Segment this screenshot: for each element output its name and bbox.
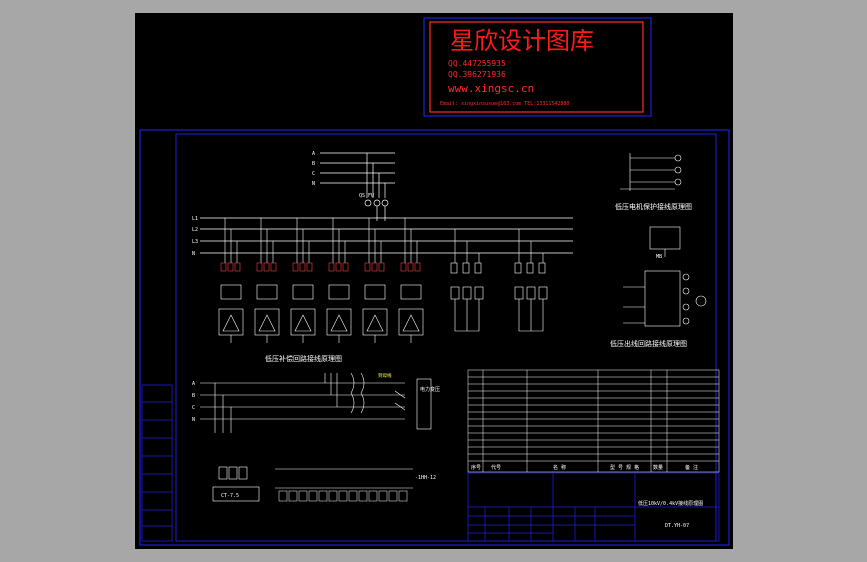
bus-low-label-b: B: [192, 393, 195, 399]
capacitor-branches: [218, 218, 548, 343]
bus-label-b: B: [312, 161, 315, 167]
bus-label-c: C: [312, 171, 315, 177]
drawing-number: DT.YH-07: [665, 523, 689, 529]
title-block: [467, 472, 720, 542]
bus-label-a: A: [312, 151, 315, 157]
bus-low-label-c: C: [192, 405, 195, 411]
list-footer-col-3: 型 号 规 格: [610, 464, 639, 471]
meter-box-label: MB: [656, 254, 662, 260]
parts-list-footer: 序号 代号 名 称 型 号 规 格 数量 备 注: [471, 464, 698, 471]
outgoing-label: -1HH-12: [415, 475, 436, 481]
bus-mid-label-l2: L2: [192, 227, 198, 233]
bus-label-n: N: [312, 181, 315, 187]
bus-mid-label-l1: L1: [192, 216, 198, 222]
list-footer-col-4: 数量: [653, 464, 663, 471]
parts-list: [467, 369, 720, 473]
stamp-email: Email: xingxinsuxue@163.com TEL:13311542…: [440, 101, 569, 107]
stamp-qq1: QQ.447255935: [448, 59, 506, 68]
fuse-group-label: QS FU: [359, 193, 374, 199]
stamp-title: 星欣设计图库: [450, 27, 594, 55]
watermark-stamp: 星欣设计图库 QQ.447255935 QQ.396271936 www.xin…: [423, 17, 652, 117]
capacitor-diagram: [200, 152, 573, 254]
list-footer-col-5: 备 注: [685, 464, 698, 471]
capacitor-diagram-caption: 低压补偿回路接线原理图: [265, 354, 342, 363]
bus-mid-label-n: N: [192, 251, 195, 257]
motor-diagram-caption: 低压电机保护接线原理图: [615, 202, 692, 211]
left-side-blocks: [141, 384, 173, 542]
drawing-title: 低压10kV/0.4kV接线原理图: [638, 500, 703, 507]
outlet-diagram-caption: 低压出线回路接线原理图: [610, 339, 687, 348]
outer-frame: [139, 129, 730, 546]
ct-box-label: CT-7.5: [221, 493, 239, 499]
schematic-drawing: 星欣设计图库 QQ.447255935 QQ.396271936 www.xin…: [139, 17, 730, 546]
bus-low-label-n: N: [192, 417, 195, 423]
stamp-website: www.xingsc.cn: [448, 82, 534, 95]
stamp-qq2: QQ.396271936: [448, 70, 506, 79]
drawing-sheet: 星欣设计图库 QQ.447255935 QQ.396271936 www.xin…: [135, 13, 733, 549]
bus-low-label-a: A: [192, 381, 195, 387]
control-diagram: [200, 372, 432, 502]
right-box-label: 电力变压: [420, 386, 440, 393]
list-footer-col-0: 序号: [471, 464, 481, 471]
outlet-diagram: [623, 270, 707, 327]
bus-right-label: 到母线: [378, 372, 392, 379]
bus-mid-label-l3: L3: [192, 239, 198, 245]
list-footer-col-1: 代号: [491, 464, 501, 471]
terminal-blocks: [278, 490, 408, 502]
list-footer-col-2: 名 称: [553, 464, 566, 471]
